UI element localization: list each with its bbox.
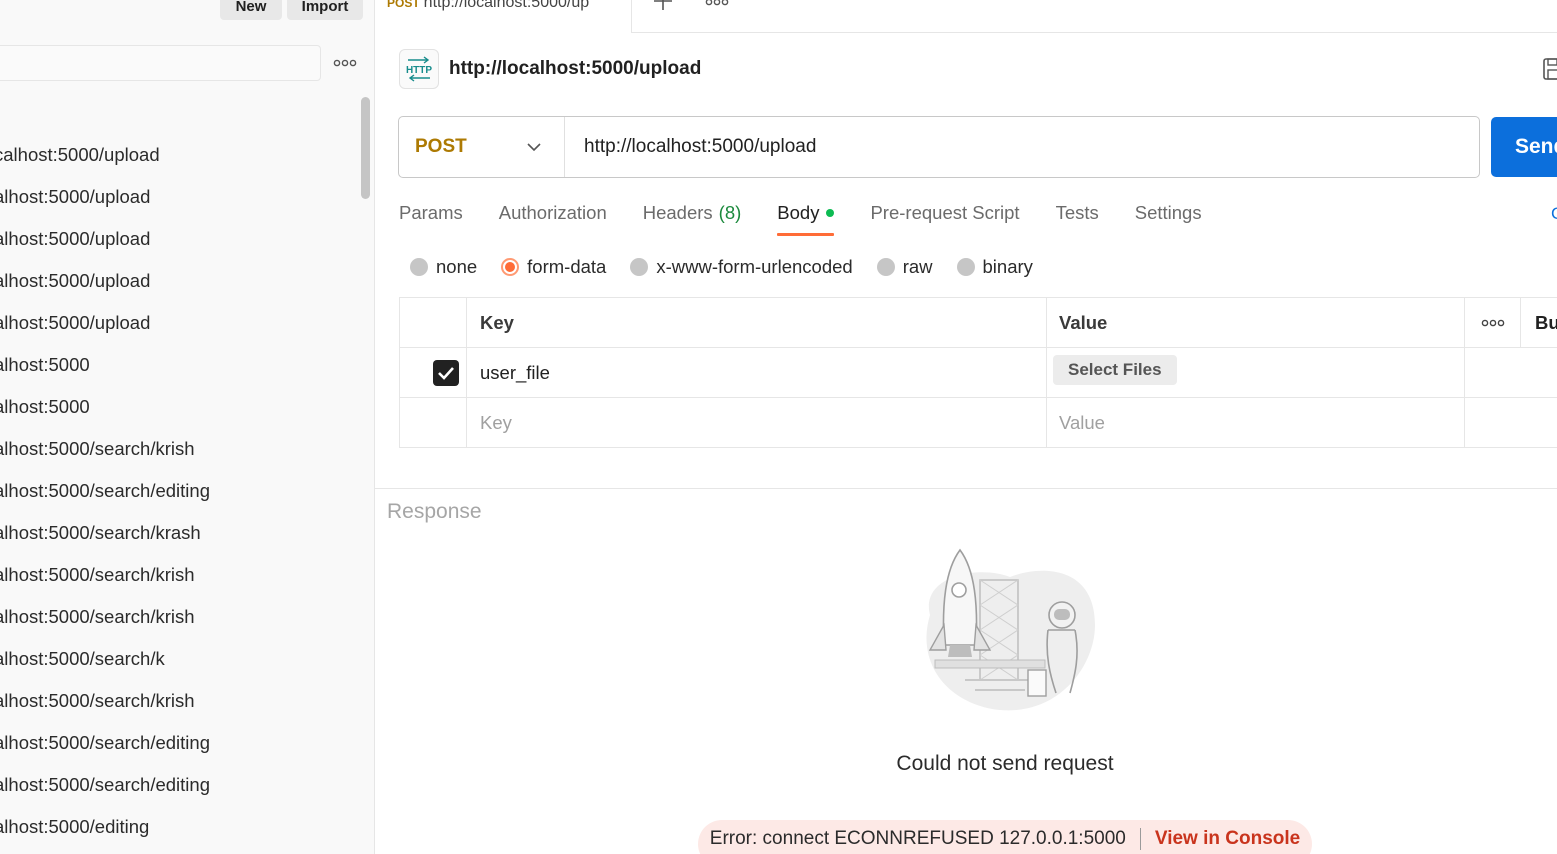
radio-button[interactable] <box>876 258 895 276</box>
save-icon[interactable] <box>1543 56 1557 82</box>
error-title: Could not send request <box>896 752 1114 775</box>
body-type-form-data[interactable]: form-data <box>501 256 606 278</box>
url-input[interactable] <box>565 117 1479 177</box>
row-enabled-checkbox[interactable] <box>433 359 459 386</box>
sidebar-more-options-icon[interactable] <box>333 54 357 72</box>
url-bar: POST <box>398 116 1480 178</box>
table-row-empty: Key Value <box>399 398 1557 448</box>
history-item[interactable]: alhost:5000/search/krash <box>0 512 360 554</box>
new-button[interactable]: New <box>220 0 282 20</box>
header-check-cell <box>399 298 467 347</box>
response-label: Response <box>387 500 482 523</box>
new-tab-plus-icon[interactable] <box>651 0 675 14</box>
history-filter-input[interactable] <box>0 45 321 81</box>
row-check-cell <box>399 348 467 397</box>
request-tab[interactable]: POST http://localhost:5000/up <box>375 0 632 33</box>
new-key-input[interactable]: Key <box>467 398 1047 447</box>
method-label: POST <box>415 136 467 157</box>
tab-prerequest-script[interactable]: Pre-request Script <box>870 195 1019 231</box>
request-tab-method: POST <box>387 0 420 10</box>
tab-more-options-icon[interactable] <box>705 0 729 10</box>
key-column-header: Key <box>467 298 1047 347</box>
body-type-raw[interactable]: raw <box>876 256 933 278</box>
table-more-options-icon[interactable] <box>1465 298 1521 347</box>
history-item[interactable]: alhost:5000 <box>0 344 360 386</box>
sidebar: New Import calhost:5000/upload alhost:50… <box>0 0 375 854</box>
request-tab-url: http://localhost:5000/up <box>423 0 590 11</box>
history-item[interactable]: alhost:5000/upload <box>0 176 360 218</box>
body-type-binary[interactable]: binary <box>956 256 1033 278</box>
cookies-link[interactable]: C <box>1551 204 1557 224</box>
checkmark-icon <box>438 366 454 380</box>
history-item[interactable]: alhost:5000/editing <box>0 806 360 848</box>
history-item[interactable]: alhost:5000/upload <box>0 260 360 302</box>
response-divider[interactable] <box>375 488 1557 489</box>
chevron-down-icon <box>527 143 541 152</box>
request-title[interactable]: http://localhost:5000/upload <box>449 58 701 80</box>
history-item[interactable]: alhost:5000/upload <box>0 218 360 260</box>
history-item[interactable]: alhost:5000/upload <box>0 302 360 344</box>
request-tabs: Params Authorization Headers (8) Body Pre… <box>399 195 1238 239</box>
body-type-urlencoded[interactable]: x-www-form-urlencoded <box>630 256 853 278</box>
headers-count: (8) <box>718 202 742 223</box>
body-type-none[interactable]: none <box>410 256 477 278</box>
history-item[interactable]: alhost:5000/search/editing <box>0 764 360 806</box>
send-button[interactable]: Send <box>1491 117 1557 177</box>
view-in-console-link[interactable]: View in Console <box>1155 828 1300 850</box>
radio-button[interactable] <box>410 258 428 276</box>
new-value-input[interactable]: Value <box>1047 398 1465 447</box>
history-item[interactable]: alhost:5000/search/krish <box>0 596 360 638</box>
history-item[interactable]: alhost:5000 <box>0 386 360 428</box>
history-item[interactable]: alhost:5000/search/editing <box>0 470 360 512</box>
import-button[interactable]: Import <box>287 0 363 20</box>
row-key-cell[interactable]: user_file <box>467 348 1047 397</box>
error-banner: Error: connect ECONNREFUSED 127.0.0.1:50… <box>698 820 1312 854</box>
request-header: HTTP http://localhost:5000/upload <box>399 49 701 89</box>
table-header-row: Key Value Bu <box>399 298 1557 348</box>
main-panel: POST http://localhost:5000/up HTTP http:/… <box>375 0 1557 854</box>
tab-params[interactable]: Params <box>399 195 463 231</box>
http-request-icon: HTTP <box>399 49 439 89</box>
radio-button[interactable] <box>630 258 649 276</box>
bulk-edit-link[interactable]: Bu <box>1521 298 1557 347</box>
history-item[interactable]: alhost:5000/search/krish <box>0 554 360 596</box>
select-files-button[interactable]: Select Files <box>1053 354 1177 385</box>
tab-tests[interactable]: Tests <box>1056 195 1099 231</box>
value-column-header: Value <box>1047 298 1465 347</box>
sidebar-scrollbar[interactable] <box>361 97 370 199</box>
tab-fade <box>601 0 631 33</box>
tab-body[interactable]: Body <box>777 195 835 236</box>
row-check-cell <box>399 398 467 447</box>
history-item[interactable]: calhost:5000/upload <box>0 134 360 176</box>
history-item[interactable]: alhost:5000/search/krish <box>0 428 360 470</box>
tab-settings[interactable]: Settings <box>1135 195 1202 231</box>
history-item[interactable]: alhost:5000/search/editing <box>0 722 360 764</box>
tab-bar: POST http://localhost:5000/up <box>375 0 1557 33</box>
history-item[interactable]: alhost:5000/search/krish <box>0 680 360 722</box>
svg-text:HTTP: HTTP <box>406 65 432 76</box>
error-separator <box>1139 828 1141 850</box>
radio-button[interactable] <box>956 258 975 276</box>
form-data-table: Key Value Bu user_file Select Files Key … <box>399 297 1557 448</box>
method-select[interactable]: POST <box>399 117 565 177</box>
rocket-astronaut-illustration-icon <box>910 545 1100 715</box>
body-type-options: none form-data x-www-form-urlencoded raw… <box>410 253 1057 281</box>
tab-authorization[interactable]: Authorization <box>499 195 607 231</box>
history-list: calhost:5000/upload alhost:5000/upload a… <box>0 134 360 848</box>
body-indicator-dot <box>826 209 835 217</box>
tab-headers[interactable]: Headers (8) <box>643 195 742 231</box>
row-value-cell[interactable]: Select Files <box>1047 348 1465 397</box>
table-row: user_file Select Files <box>399 348 1557 398</box>
radio-button-selected[interactable] <box>501 258 520 276</box>
error-message: Error: connect ECONNREFUSED 127.0.0.1:50… <box>709 828 1126 849</box>
history-item[interactable]: alhost:5000/search/k <box>0 638 360 680</box>
